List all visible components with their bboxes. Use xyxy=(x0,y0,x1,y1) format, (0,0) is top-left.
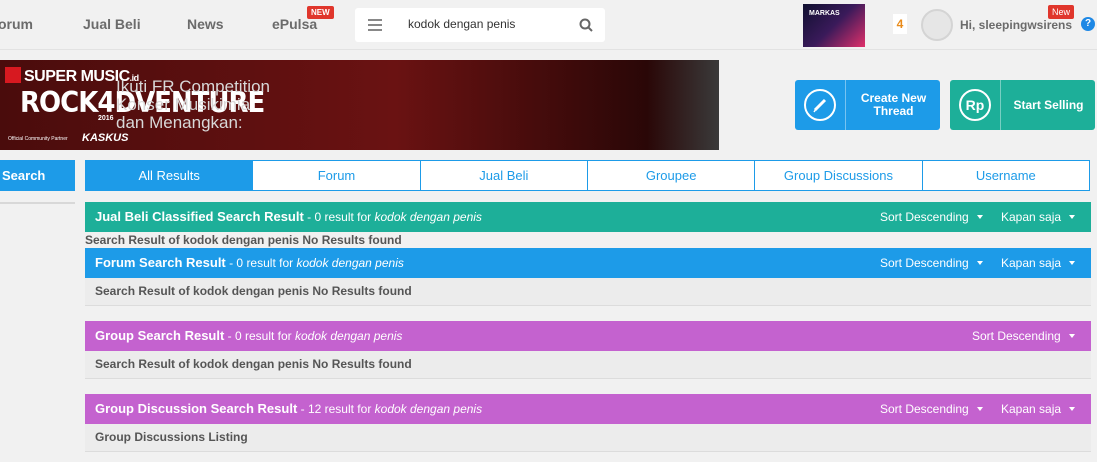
promo-thumbnail[interactable]: MARKAS xyxy=(803,4,865,47)
forum-section-header: Forum Search Result - 0 result for kodok… xyxy=(85,248,1091,278)
groupdisc-listing-label: Group Discussions Listing xyxy=(85,424,1091,452)
forum-time-dropdown[interactable]: Kapan saja xyxy=(1001,256,1076,270)
user-greeting[interactable]: Hi, sleepingwsirens xyxy=(960,18,1072,32)
nav-forum[interactable]: orum xyxy=(0,16,33,32)
jualbeli-time-dropdown[interactable]: Kapan saja xyxy=(1001,210,1076,224)
event-year: 2016 xyxy=(98,115,114,122)
pencil-icon xyxy=(804,89,836,121)
create-thread-button[interactable]: Create New Thread xyxy=(795,80,940,130)
group-section-header: Group Search Result - 0 result for kodok… xyxy=(85,321,1091,351)
jualbeli-section-header: Jual Beli Classified Search Result - 0 r… xyxy=(85,202,1091,232)
nav-news[interactable]: News xyxy=(187,16,224,32)
search-bar[interactable]: kodok dengan penis xyxy=(355,8,605,42)
group-result-count: - 0 result for xyxy=(224,329,295,343)
tab-jual-beli[interactable]: Jual Beli xyxy=(420,160,588,191)
help-icon[interactable]: ? xyxy=(1081,17,1095,31)
create-thread-label: Create New Thread xyxy=(860,91,927,118)
search-icon[interactable] xyxy=(579,18,593,32)
epulsa-new-badge: NEW xyxy=(307,6,334,19)
groupdisc-sort-dropdown[interactable]: Sort Descending xyxy=(880,402,983,416)
rupiah-icon: Rp xyxy=(959,89,991,121)
chevron-down-icon xyxy=(1069,261,1076,265)
avatar[interactable] xyxy=(921,9,953,41)
chevron-down-icon xyxy=(976,261,983,265)
forum-sort-dropdown[interactable]: Sort Descending xyxy=(880,256,983,270)
jualbeli-result-count: - 0 result for xyxy=(303,210,375,224)
tab-all-results[interactable]: All Results xyxy=(85,160,254,191)
kaskus-logo: KASKUS xyxy=(82,132,129,144)
hamburger-menu-icon[interactable] xyxy=(368,19,382,31)
group-sort-dropdown[interactable]: Sort Descending xyxy=(972,329,1075,343)
group-section-title: Group Search Result xyxy=(95,328,225,343)
partner-label: Official Community Partner xyxy=(8,136,68,142)
search-input[interactable]: kodok dengan penis xyxy=(408,17,515,31)
group-no-results: Search Result of kodok dengan penis No R… xyxy=(85,351,1091,379)
tab-groupee[interactable]: Groupee xyxy=(587,160,756,191)
sidebar-divider xyxy=(0,202,75,204)
promo-thumbnail-text: MARKAS xyxy=(809,10,840,17)
jualbeli-no-results: Search Result of kodok dengan penis No R… xyxy=(85,233,402,247)
user-new-badge: New xyxy=(1048,5,1075,19)
banner-text: Ikuti FR Competition Konser Musikimia da… xyxy=(116,77,270,132)
promo-banner[interactable]: SUPER MUSIC.id ROCK4DVENTURE 2016 Offici… xyxy=(0,60,719,150)
result-tabs: All Results Forum Jual Beli Groupee Grou… xyxy=(85,160,1090,191)
forum-no-results: Search Result of kodok dengan penis No R… xyxy=(85,278,1091,306)
jualbeli-section-title: Jual Beli Classified Search Result xyxy=(95,209,304,224)
tab-group-discussions[interactable]: Group Discussions xyxy=(755,160,923,191)
nav-jual-beli[interactable]: Jual Beli xyxy=(83,16,141,32)
top-navbar: orum Jual Beli News ePulsa NEW kodok den… xyxy=(0,0,1097,50)
chevron-down-icon xyxy=(976,215,983,219)
forum-section-title: Forum Search Result xyxy=(95,255,226,270)
chevron-down-icon xyxy=(976,407,983,411)
chevron-down-icon xyxy=(1068,334,1075,338)
logo-mark-icon xyxy=(5,67,21,83)
jualbeli-sort-dropdown[interactable]: Sort Descending xyxy=(880,210,983,224)
groupdisc-query: kodok dengan penis xyxy=(374,402,483,416)
forum-query: kodok dengan penis xyxy=(296,256,404,270)
notification-count[interactable]: 4 xyxy=(893,14,907,34)
group-query: kodok dengan penis xyxy=(295,329,403,343)
start-selling-button[interactable]: Rp Start Selling xyxy=(950,80,1095,130)
tab-username[interactable]: Username xyxy=(922,160,1090,191)
groupdisc-time-dropdown[interactable]: Kapan saja xyxy=(1001,402,1076,416)
forum-result-count: - 0 result for xyxy=(225,256,297,270)
tab-forum[interactable]: Forum xyxy=(253,160,421,191)
sidebar-search-tab[interactable]: Search xyxy=(0,160,75,191)
groupdisc-section-header: Group Discussion Search Result - 12 resu… xyxy=(85,394,1091,424)
chevron-down-icon xyxy=(1069,215,1076,219)
chevron-down-icon xyxy=(1069,407,1076,411)
jualbeli-query: kodok dengan penis xyxy=(374,210,482,224)
start-selling-label: Start Selling xyxy=(1013,97,1084,112)
groupdisc-result-count: - 12 result for xyxy=(297,402,375,416)
groupdisc-section-title: Group Discussion Search Result xyxy=(95,401,298,416)
